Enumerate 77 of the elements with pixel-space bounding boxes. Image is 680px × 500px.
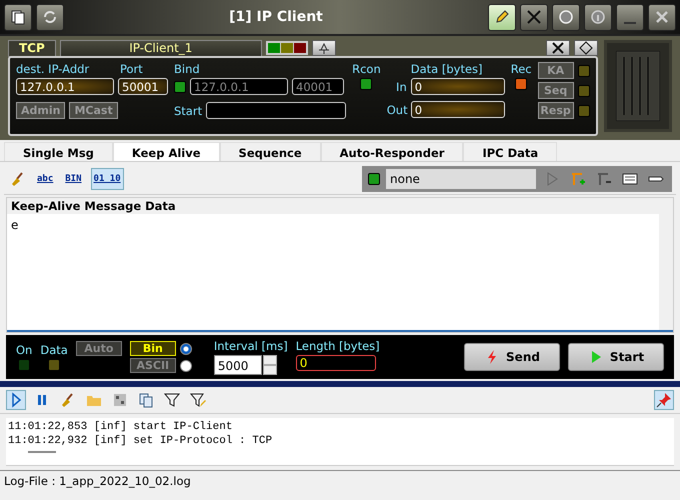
bind-port-field[interactable]: 40001 <box>292 78 344 95</box>
settings-button[interactable] <box>520 4 548 30</box>
checklist-icon <box>622 171 638 187</box>
pencil-icon <box>494 9 510 25</box>
tab[interactable]: Keep Alive <box>112 142 220 161</box>
help-icon <box>558 9 574 25</box>
settings-button[interactable] <box>546 40 570 56</box>
message-text[interactable]: e <box>11 218 18 232</box>
interval-field[interactable]: 5000 <box>214 355 262 375</box>
close-icon <box>654 9 670 25</box>
protocol-label: TCP <box>8 40 56 56</box>
radio-button[interactable] <box>180 360 192 372</box>
indicator-label: On <box>16 343 32 357</box>
bind-ip-field[interactable]: 127.0.0.1 <box>190 78 288 95</box>
copy-icon <box>10 9 26 25</box>
mode-button[interactable]: Bin <box>130 341 176 356</box>
tools-icon <box>526 9 542 25</box>
field-label: Start <box>174 104 202 118</box>
tab[interactable]: IPC Data <box>463 142 558 161</box>
help-button[interactable] <box>552 4 580 30</box>
copy-icon <box>138 392 154 408</box>
refresh-button[interactable] <box>36 4 64 30</box>
diamond-icon <box>578 40 594 56</box>
info-icon <box>590 9 606 25</box>
data-in-field: 0 <box>410 78 505 95</box>
field-label: Interval [ms] <box>214 339 288 353</box>
field-label: Bind <box>174 62 201 76</box>
tab[interactable]: Sequence <box>220 142 321 161</box>
info-button[interactable] <box>584 4 612 30</box>
group-title: Keep-Alive Message Data <box>10 198 177 214</box>
spinner-icon[interactable] <box>262 355 277 375</box>
length-field: 0 <box>296 355 376 371</box>
start-button[interactable]: Start <box>568 343 664 371</box>
window-title: [1] IP Client <box>228 9 324 25</box>
pin-icon <box>656 392 672 408</box>
data-out-field: 0 <box>410 101 505 118</box>
sequence-select[interactable]: none <box>386 169 536 189</box>
minimize-button[interactable] <box>616 4 644 30</box>
filter-icon <box>164 392 180 408</box>
tools-icon <box>550 40 566 56</box>
field-label: Port <box>120 62 143 76</box>
refresh-icon <box>42 9 58 25</box>
format-button[interactable]: BIN <box>62 168 85 190</box>
ip-address-field[interactable]: 127.0.0.1 <box>16 78 114 95</box>
edit-button[interactable] <box>488 4 516 30</box>
connection-name: IP-Client_1 <box>60 40 262 56</box>
radio-button[interactable] <box>180 342 192 354</box>
format-button[interactable]: 01 10 <box>90 168 124 190</box>
grill-icon <box>604 40 672 132</box>
port-field[interactable]: 50001 <box>118 78 168 95</box>
add-icon <box>570 171 586 187</box>
scrollbar[interactable] <box>659 214 673 330</box>
indicator-label: Data <box>40 343 68 357</box>
remove-icon <box>596 171 612 187</box>
field-label: Data [bytes] <box>410 62 484 76</box>
field-label: Rcon <box>352 62 381 76</box>
play-button[interactable] <box>6 390 26 410</box>
copy-button[interactable] <box>4 4 32 30</box>
format-button[interactable]: abc <box>34 168 56 190</box>
status-text: Log-File : 1_app_2022_10_02.log <box>0 470 680 491</box>
tab[interactable]: Auto-Responder <box>320 142 464 161</box>
log-line: 11:01:22,932 [inf] set IP-Protocol : TCP <box>8 434 274 448</box>
log-line: 11:01:22,853 [inf] start IP-Client <box>8 420 234 434</box>
minimize-icon <box>624 22 636 24</box>
field-label: In <box>395 80 407 94</box>
collapse-button[interactable] <box>574 40 598 56</box>
filter-pencil-icon <box>190 392 206 408</box>
start-field[interactable] <box>206 102 346 119</box>
send-button[interactable]: Send <box>464 343 560 371</box>
field-label: Out <box>386 102 407 116</box>
field-label: Length [bytes] <box>296 339 380 353</box>
field-label: Rec <box>510 62 532 76</box>
field-label: dest. IP-Addr <box>16 62 90 76</box>
pin-button[interactable] <box>654 390 674 410</box>
close-button[interactable] <box>648 4 676 30</box>
grid-icon <box>112 392 128 408</box>
tab[interactable]: Single Msg <box>4 142 113 161</box>
